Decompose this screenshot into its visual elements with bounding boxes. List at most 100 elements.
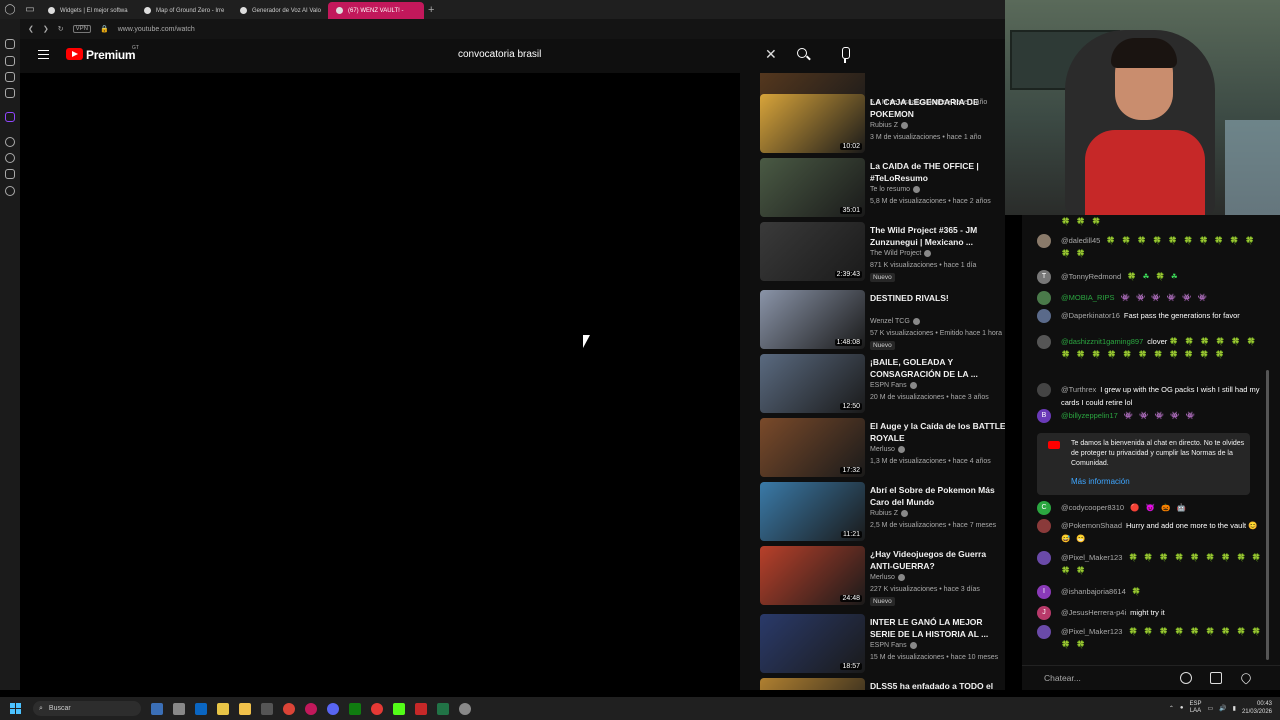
video-thumbnail[interactable]: 12:50	[760, 354, 865, 413]
chat-author[interactable]: @Pixel_Maker123	[1061, 553, 1122, 562]
sidebar-wallet-icon[interactable]	[5, 56, 15, 66]
browser-tab[interactable]: Generador de Voz AI Valo	[232, 2, 328, 19]
sidebar-instagram-icon[interactable]	[5, 88, 15, 98]
avatar[interactable]	[1037, 335, 1051, 349]
chat-author[interactable]: @JesusHerrera-p4i	[1061, 608, 1126, 617]
chat-author[interactable]: @Turthrex	[1061, 385, 1096, 394]
search-box[interactable]: convocatoria brasil ✕	[450, 44, 790, 66]
display-icon[interactable]: ▭	[1208, 705, 1214, 712]
video-thumbnail[interactable]: 11:21	[760, 482, 865, 541]
widgets-icon[interactable]	[173, 702, 185, 715]
video-thumbnail[interactable]: 35:01	[760, 158, 865, 217]
video-thumbnail[interactable]: 24:48	[760, 546, 865, 605]
calculator-icon[interactable]	[261, 702, 273, 715]
url-field[interactable]: www.youtube.com/watch	[118, 26, 195, 33]
video-title[interactable]: La CAIDA de THE OFFICE | #TeLoResumo	[870, 160, 1005, 184]
sidebar-pinboard-icon[interactable]	[5, 169, 15, 179]
video-channel[interactable]: Rubius Z	[870, 122, 909, 129]
opera-icon[interactable]	[305, 702, 317, 715]
chat-author[interactable]: @ishanbajoria8614	[1061, 587, 1126, 596]
avatar[interactable]	[1037, 383, 1051, 397]
chat-author[interactable]: @dashizznit1gaming897	[1061, 337, 1143, 346]
video-thumbnail[interactable]	[760, 678, 865, 690]
recommended-video[interactable]: 10:02 LA CAJA LEGENDARIA DE POKEMON Rubius…	[760, 94, 1005, 158]
channel-name[interactable]: Rubius Z	[870, 122, 898, 129]
settings-icon[interactable]	[459, 702, 471, 715]
emoji-icon[interactable]	[1180, 672, 1192, 684]
chat-input[interactable]: Chatear...	[1044, 673, 1081, 683]
recommended-video[interactable]: 18:57 INTER LE GANÓ LA MEJOR SERIE DE LA …	[760, 614, 1005, 678]
chat-author[interactable]: @MOBIA_RIPS	[1061, 293, 1114, 302]
search-icon[interactable]	[792, 44, 814, 66]
channel-name[interactable]: Merluso	[870, 574, 895, 581]
battery-icon[interactable]: ▮	[1233, 705, 1236, 712]
recommended-video[interactable]: DLSS5 ha enfadado a TODO el mundo	[760, 678, 1005, 690]
avatar[interactable]	[1037, 309, 1051, 323]
recommended-video[interactable]: 1:48:08 DESTINED RIVALS! Wenzel TCG 57 K vi…	[760, 290, 1005, 354]
video-channel[interactable]: The Wild Project	[870, 250, 932, 257]
clock[interactable]: 00:43 21/03/2026	[1242, 700, 1272, 716]
video-channel[interactable]: ESPN Fans	[870, 382, 917, 389]
video-channel[interactable]: Merluso	[870, 574, 905, 581]
browser-tab[interactable]: Widgets | El mejor softwa	[40, 2, 136, 19]
xbox-icon[interactable]	[349, 702, 361, 715]
microphone-icon[interactable]	[834, 44, 856, 66]
chat-author[interactable]: @Pixel_Maker123	[1061, 627, 1122, 636]
recommended-video[interactable]: 12:50 ¡BAILE, GOLEADA Y CONSAGRACIÓN DE L…	[760, 354, 1005, 418]
video-channel[interactable]: Merluso	[870, 446, 905, 453]
avatar[interactable]: I	[1037, 585, 1051, 599]
video-title[interactable]: DESTINED RIVALS!	[870, 292, 1005, 304]
task-view-icon[interactable]	[151, 702, 163, 715]
search-input[interactable]: convocatoria brasil	[458, 49, 541, 60]
hamburger-icon[interactable]	[38, 50, 49, 59]
channel-name[interactable]: Merluso	[870, 446, 895, 453]
channel-name[interactable]: ESPN Fans	[870, 382, 907, 389]
heart-icon[interactable]	[1239, 671, 1253, 685]
avatar[interactable]: C	[1037, 501, 1051, 515]
avatar[interactable]	[1037, 625, 1051, 639]
taskbar-search[interactable]: ⌕ Buscar	[33, 701, 141, 716]
browser-tab-active[interactable]: (67) WENZ VAULT! -	[328, 2, 424, 19]
video-title[interactable]: Abrí el Sobre de Pokemon Más Caro del Mu…	[870, 484, 1005, 508]
avatar[interactable]: J	[1037, 606, 1051, 620]
video-title[interactable]: ¡BAILE, GOLEADA Y CONSAGRACIÓN DE LA ...	[870, 356, 1005, 380]
vpn-badge[interactable]: VPN	[72, 25, 91, 33]
avatar[interactable]	[1037, 291, 1051, 305]
sidebar-twitch-icon[interactable]	[5, 112, 15, 122]
video-player[interactable]	[20, 73, 740, 690]
location-icon[interactable]: ●	[1180, 705, 1184, 711]
avatar[interactable]	[1037, 551, 1051, 565]
file-explorer-icon[interactable]	[239, 702, 251, 715]
video-channel[interactable]: Te lo resumo	[870, 186, 921, 193]
video-title[interactable]: ¿Hay Videojuegos de Guerra ANTI-GUERRA?	[870, 548, 1005, 572]
channel-name[interactable]: The Wild Project	[870, 250, 921, 257]
recommended-video[interactable]: 35:01 La CAIDA de THE OFFICE | #TeLoResum…	[760, 158, 1005, 222]
recommended-video[interactable]: 11:21 Abrí el Sobre de Pokemon Más Caro d…	[760, 482, 1005, 546]
browser-tab[interactable]: Map of Ground Zero - Irre	[136, 2, 232, 19]
gift-icon[interactable]	[1210, 672, 1222, 684]
video-thumbnail[interactable]: 18:57	[760, 614, 865, 673]
language-indicator[interactable]: ESP LAA	[1189, 701, 1201, 715]
sidebar-home-icon[interactable]	[5, 39, 15, 49]
video-thumbnail[interactable]: 1:48:08	[760, 290, 865, 349]
chat-author[interactable]: @daledill45	[1061, 236, 1100, 245]
video-title[interactable]: The Wild Project #365 - JM Zunzunegui | …	[870, 224, 1005, 248]
video-thumbnail[interactable]: 10:02	[760, 94, 865, 153]
avatar[interactable]: T	[1037, 270, 1051, 284]
close-icon[interactable]: ✕	[765, 46, 777, 63]
sidebar-history-icon[interactable]	[5, 153, 15, 163]
reload-icon[interactable]: ↻	[58, 25, 64, 33]
channel-name[interactable]: ESPN Fans	[870, 642, 907, 649]
opera-menu-icon[interactable]: ◯	[0, 4, 20, 15]
more-info-link[interactable]: Más información	[1071, 477, 1130, 486]
avatar[interactable]	[1037, 519, 1051, 533]
sidebar-messenger-icon[interactable]	[5, 72, 15, 82]
back-icon[interactable]: ❮	[28, 25, 34, 33]
video-channel[interactable]: ESPN Fans	[870, 642, 917, 649]
chat-author[interactable]: @TonnyRedmond	[1061, 272, 1121, 281]
chat-author[interactable]: @billyzeppelin17	[1061, 411, 1118, 420]
sticky-notes-icon[interactable]	[217, 702, 229, 715]
mail-icon[interactable]	[195, 702, 207, 715]
youtube-logo-icon[interactable]	[66, 48, 83, 60]
chevron-up-icon[interactable]: ⌃	[1169, 705, 1174, 712]
